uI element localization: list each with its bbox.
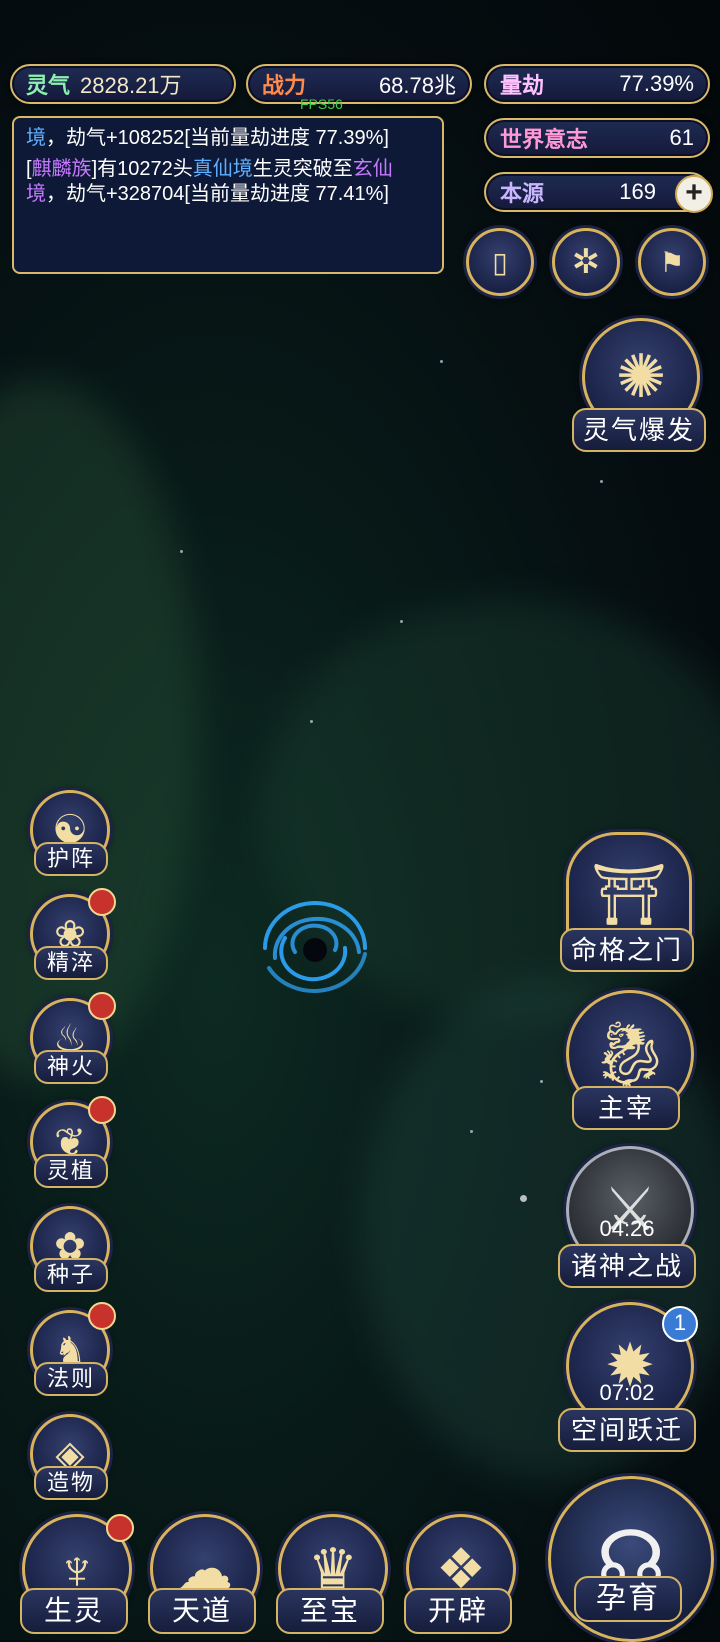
scroll-icon[interactable]: ⚑ xyxy=(638,228,706,296)
liangjie-label: 量劫 xyxy=(500,73,545,98)
log-line: [麒麟族]有10272头真仙境生灵突破至玄仙境，劫气+328704[当前量劫进度… xyxy=(26,157,430,207)
space-jump-button-label[interactable]: 空间跃迁 xyxy=(558,1408,696,1452)
fate-gate-button-label[interactable]: 命格之门 xyxy=(560,928,694,972)
log-realm: 真仙境 xyxy=(192,158,253,180)
star xyxy=(310,720,313,723)
bottom-menu-item-shengling[interactable]: 生灵 xyxy=(20,1588,128,1634)
swirl-icon[interactable]: ✲ xyxy=(552,228,620,296)
star xyxy=(600,480,603,483)
god-war-button-label[interactable]: 诸神之战 xyxy=(558,1244,696,1288)
benyuan-label: 本源 xyxy=(500,181,545,206)
left-menu-item-faze[interactable]: 法则 xyxy=(34,1362,108,1396)
space-jump-badge: 1 xyxy=(662,1306,698,1342)
nurture-button-label[interactable]: 孕育 xyxy=(574,1576,682,1622)
left-menu-item-shenhuo[interactable]: 神火 xyxy=(34,1050,108,1084)
lingqi-value: 2828.21万 xyxy=(80,73,182,98)
star xyxy=(400,620,403,623)
log-text: ，劫气+108252[当前量劫进度 77.39%] xyxy=(46,127,389,149)
liangjie-value: 77.39% xyxy=(619,71,694,96)
star xyxy=(440,360,443,363)
benyuan-value: 169 xyxy=(619,179,656,204)
star xyxy=(520,1195,527,1202)
notification-dot xyxy=(88,992,116,1020)
card-icon[interactable]: ▯ xyxy=(466,228,534,296)
lingqi-stat[interactable]: 灵气 2828.21万 xyxy=(10,64,236,104)
space-jump-timer: 07:02 xyxy=(599,1380,655,1405)
add-benyuan-button[interactable]: + xyxy=(675,175,713,213)
log-realm: 境 xyxy=(26,127,46,149)
shijie-label: 世界意志 xyxy=(500,127,589,152)
left-menu-item-zhongzi[interactable]: 种子 xyxy=(34,1258,108,1292)
notification-dot xyxy=(88,888,116,916)
left-menu-item-lingzhi[interactable]: 灵植 xyxy=(34,1154,108,1188)
log-race: 麒麟族 xyxy=(31,158,92,180)
log-line: 境，劫气+108252[当前量劫进度 77.39%] xyxy=(26,126,430,151)
left-menu-item-zaowu[interactable]: 造物 xyxy=(34,1466,108,1500)
star xyxy=(470,1130,473,1133)
notification-dot xyxy=(88,1096,116,1124)
log-text: ]有10272头 xyxy=(91,158,193,180)
burst-button-label[interactable]: 灵气爆发 xyxy=(572,408,706,452)
fps-counter: FPS56 xyxy=(300,96,343,112)
zhanli-stat[interactable]: 战力 68.78兆 xyxy=(246,64,472,104)
shijie-stat[interactable]: 世界意志 61 xyxy=(484,118,710,158)
lingqi-label: 灵气 xyxy=(26,73,71,98)
liangjie-stat[interactable]: 量劫 77.39% xyxy=(484,64,710,104)
zhanli-value: 68.78兆 xyxy=(378,73,456,98)
notification-dot xyxy=(106,1514,134,1542)
shijie-value: 61 xyxy=(669,125,694,150)
ruler-button-label[interactable]: 主宰 xyxy=(572,1086,680,1130)
vortex-portal[interactable] xyxy=(240,878,390,1018)
star xyxy=(540,1080,543,1083)
god-war-timer: 04:26 xyxy=(599,1216,655,1241)
notification-dot xyxy=(88,1302,116,1330)
left-menu-item-jingcui[interactable]: 精淬 xyxy=(34,946,108,980)
bottom-menu-item-kaipi[interactable]: 开辟 xyxy=(404,1588,512,1634)
star xyxy=(180,550,183,553)
log-text: ，劫气+328704[当前量劫进度 77.41%] xyxy=(46,183,389,205)
event-log: 境，劫气+108252[当前量劫进度 77.39%] [麒麟族]有10272头真… xyxy=(12,116,444,274)
log-text: 生灵突破至 xyxy=(252,158,353,180)
left-menu-item-huzhen[interactable]: 护阵 xyxy=(34,842,108,876)
bottom-menu-item-zhibao[interactable]: 至宝 xyxy=(276,1588,384,1634)
bottom-menu-item-tiandao[interactable]: 天道 xyxy=(148,1588,256,1634)
